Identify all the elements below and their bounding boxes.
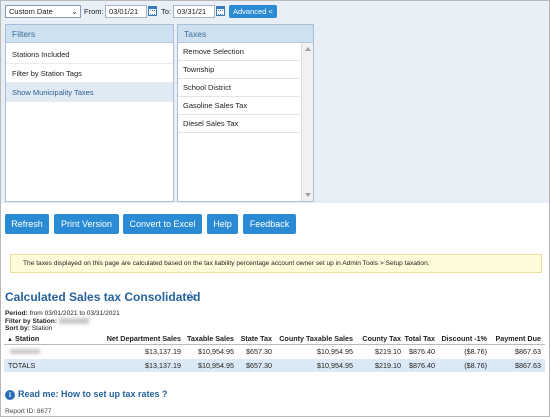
from-date-input[interactable]: 03/01/21 — [105, 5, 147, 18]
payment-due-cell: $867.63 — [515, 347, 541, 356]
total-county-taxable-sales-cell: $10,954.95 — [317, 361, 353, 370]
column-header-payment-due[interactable]: Payment Due — [495, 333, 541, 345]
totals-row: TOTALS $13,137.19 $10,954.95 $657.30 $10… — [4, 359, 545, 372]
refresh-button[interactable]: Refresh — [5, 214, 49, 234]
to-label: To: — [161, 7, 172, 16]
sort-ascending-icon: ▲ — [7, 337, 13, 343]
feedback-button[interactable]: Feedback — [243, 214, 296, 234]
station-filter-line: Filter by Station: — [5, 318, 89, 325]
date-range-select[interactable]: Custom Date ⌄ — [5, 5, 81, 18]
table-header-row: ▲ Station Net Department Sales Taxable Sa… — [4, 333, 545, 345]
total-total-tax-cell: $876.40 — [409, 361, 435, 370]
tax-item-school-district[interactable]: School District — [178, 79, 300, 97]
tax-notice: The taxes displayed on this page are cal… — [10, 254, 542, 273]
date-range-value: Custom Date — [9, 7, 53, 16]
filter-item-station-tags[interactable]: Filter by Station Tags — [6, 64, 173, 83]
column-header-state-tax[interactable]: State Tax — [241, 333, 272, 345]
county-tax-cell: $219.10 — [375, 347, 401, 356]
station-filter-label: Filter by Station: — [5, 318, 58, 325]
calendar-icon[interactable] — [148, 6, 157, 16]
calendar-icon[interactable] — [216, 6, 225, 16]
filter-item-stations-included[interactable]: Stations Included — [6, 45, 173, 64]
scroll-down-arrow-icon[interactable] — [305, 193, 311, 197]
chevron-down-icon: ⌄ — [71, 7, 78, 16]
period-value: from 03/01/2021 to 03/31/2021 — [29, 310, 120, 317]
column-header-county-tax[interactable]: County Tax — [362, 333, 401, 345]
period-label: Period: — [5, 310, 28, 317]
total-tax-cell: $876.40 — [409, 347, 435, 356]
help-button[interactable]: Help — [207, 214, 238, 234]
tax-item-gasoline-sales-tax[interactable]: Gasoline Sales Tax — [178, 97, 300, 115]
column-header-discount[interactable]: Discount -1% — [441, 333, 487, 345]
filter-toolbar: Custom Date ⌄ From: 03/01/21 To: 03/31/2… — [1, 1, 549, 203]
star-icon[interactable]: ☆ — [185, 289, 197, 303]
info-icon: i — [5, 390, 15, 400]
column-header-county-taxable-sales[interactable]: County Taxable Sales — [279, 333, 353, 345]
filters-panel-title: Filters — [6, 25, 173, 43]
from-label: From: — [84, 7, 104, 16]
tax-list: Remove Selection Township School Distric… — [178, 43, 300, 133]
total-taxable-sales-cell: $10,954.95 — [198, 361, 234, 370]
taxes-panel-title: Taxes — [178, 25, 313, 43]
taxes-scrollbar[interactable] — [301, 43, 313, 201]
column-header-total-tax[interactable]: Total Tax — [405, 333, 435, 345]
state-tax-cell: $657.30 — [246, 347, 272, 356]
sort-label: Sort by: — [5, 325, 30, 332]
total-discount-cell: ($8.76) — [464, 361, 487, 370]
tax-item-township[interactable]: Township — [178, 61, 300, 79]
taxable-sales-cell: $10,954.95 — [198, 347, 234, 356]
redacted-station-name — [58, 318, 89, 325]
filters-panel: Filters Stations Included Filter by Stat… — [5, 24, 174, 202]
tax-item-diesel-sales-tax[interactable]: Diesel Sales Tax — [178, 115, 300, 133]
report-id: Report ID: 8677 — [5, 408, 52, 415]
net-sales-cell: $13,137.19 — [145, 347, 181, 356]
sort-value: Station — [31, 325, 53, 332]
convert-to-excel-button[interactable]: Convert to Excel — [123, 214, 202, 234]
column-header-net-sales[interactable]: Net Department Sales — [107, 333, 181, 345]
tax-report-table: ▲ Station Net Department Sales Taxable Sa… — [4, 333, 545, 372]
total-payment-due-cell: $867.63 — [515, 361, 541, 370]
print-version-button[interactable]: Print Version — [54, 214, 119, 234]
county-taxable-sales-cell: $10,954.95 — [317, 347, 353, 356]
sort-line: Sort by: Station — [5, 325, 52, 332]
to-date-input[interactable]: 03/31/21 — [173, 5, 215, 18]
discount-cell: ($8.76) — [464, 347, 487, 356]
report-title: Calculated Sales tax Consolidated — [5, 290, 201, 304]
total-net-sales-cell: $13,137.19 — [145, 361, 181, 370]
scroll-up-arrow-icon[interactable] — [305, 47, 311, 51]
totals-label: TOTALS — [8, 361, 36, 370]
column-header-taxable-sales[interactable]: Taxable Sales — [187, 333, 234, 345]
column-header-station-label: Station — [14, 334, 40, 343]
taxes-panel: Taxes Remove Selection Township School D… — [177, 24, 314, 202]
table-row: $13,137.19 $10,954.95 $657.30 $10,954.95… — [4, 345, 545, 359]
filter-item-municipality-taxes[interactable]: Show Municipality Taxes — [6, 83, 173, 102]
tax-item-remove-selection[interactable]: Remove Selection — [178, 43, 300, 61]
redacted-station-cell — [10, 349, 40, 354]
advanced-toggle-button[interactable]: Advanced < — [229, 5, 277, 18]
total-county-tax-cell: $219.10 — [375, 361, 401, 370]
period-line: Period: from 03/01/2021 to 03/31/2021 — [5, 310, 120, 317]
read-me-link[interactable]: Read me: How to set up tax rates ? — [18, 389, 168, 399]
total-state-tax-cell: $657.30 — [246, 361, 272, 370]
